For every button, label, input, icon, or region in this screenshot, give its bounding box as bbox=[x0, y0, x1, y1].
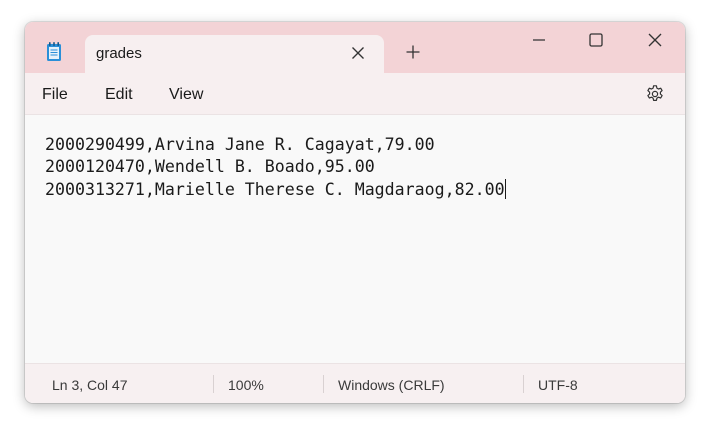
menu-bar: File Edit View bbox=[25, 73, 685, 115]
menu-view[interactable]: View bbox=[169, 86, 203, 104]
close-icon[interactable] bbox=[647, 32, 663, 48]
status-divider bbox=[323, 375, 324, 393]
text-line: 2000120470,Wendell B. Boado,95.00 bbox=[45, 157, 375, 176]
line-ending[interactable]: Windows (CRLF) bbox=[338, 377, 445, 393]
status-bar: Ln 3, Col 47 100% Windows (CRLF) UTF-8 bbox=[25, 363, 685, 403]
encoding[interactable]: UTF-8 bbox=[538, 377, 578, 393]
text-line: 2000313271,Marielle Therese C. Magdaraog… bbox=[45, 179, 506, 199]
maximize-icon[interactable] bbox=[588, 32, 604, 48]
text-line-content: 2000120470,Wendell B. Boado,95.00 bbox=[45, 157, 375, 176]
gear-icon[interactable] bbox=[645, 84, 665, 104]
title-bar[interactable]: grades bbox=[25, 22, 685, 73]
text-line: 2000290499,Arvina Jane R. Cagayat,79.00 bbox=[45, 135, 435, 154]
zoom-level[interactable]: 100% bbox=[228, 377, 264, 393]
cursor-position[interactable]: Ln 3, Col 47 bbox=[52, 377, 128, 393]
text-line-content: 2000290499,Arvina Jane R. Cagayat,79.00 bbox=[45, 135, 435, 154]
notepad-window: grades File Edit View 2000290499,Arvina … bbox=[25, 22, 685, 403]
status-divider bbox=[213, 375, 214, 393]
plus-icon[interactable] bbox=[405, 44, 421, 60]
text-caret bbox=[504, 179, 506, 199]
status-divider bbox=[523, 375, 524, 393]
close-icon[interactable] bbox=[350, 45, 366, 61]
minimize-icon[interactable] bbox=[531, 32, 547, 48]
menu-file[interactable]: File bbox=[42, 86, 68, 104]
tab-title: grades bbox=[96, 45, 142, 62]
menu-edit[interactable]: Edit bbox=[105, 86, 133, 104]
text-editor[interactable]: 2000290499,Arvina Jane R. Cagayat,79.00 … bbox=[25, 115, 685, 363]
tab-grades[interactable]: grades bbox=[85, 35, 384, 73]
text-line-content: 2000313271,Marielle Therese C. Magdaraog… bbox=[45, 180, 505, 199]
notepad-icon bbox=[47, 42, 61, 61]
